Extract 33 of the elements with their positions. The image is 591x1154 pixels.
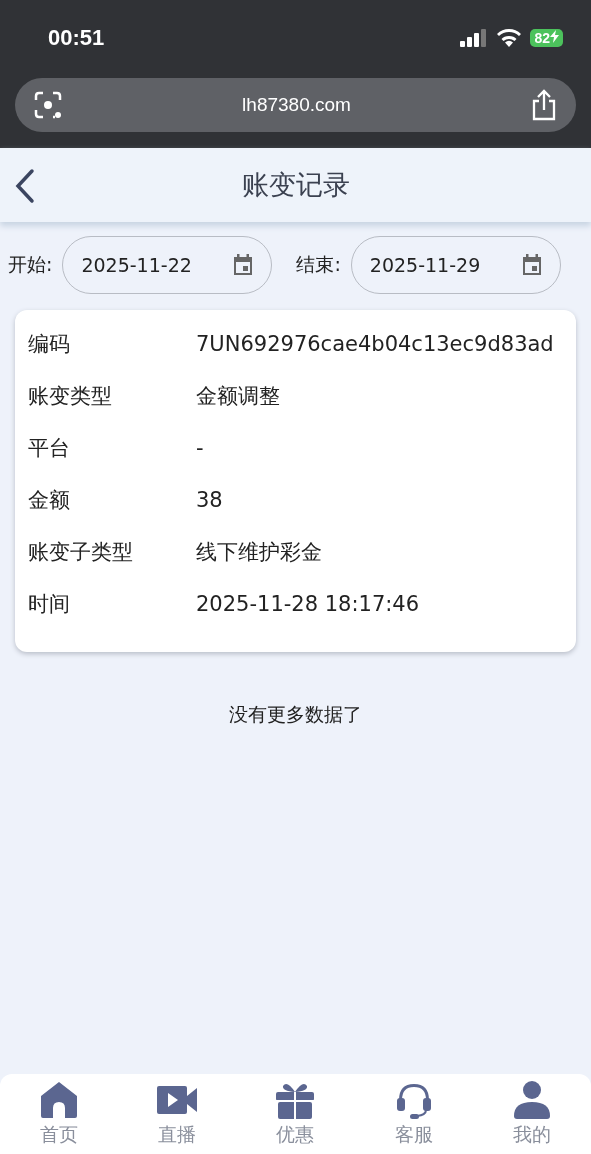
share-icon[interactable]	[530, 89, 558, 121]
tab-item[interactable]: 直播	[127, 1080, 228, 1148]
field-value: -	[196, 435, 205, 462]
bolt-icon	[550, 29, 559, 43]
back-icon[interactable]	[14, 168, 36, 204]
field-label: 编码	[28, 331, 71, 358]
battery-indicator: 82	[530, 28, 563, 47]
date-label: 结束:	[296, 252, 341, 277]
url-text: lh87380.com	[242, 94, 351, 116]
tab-item[interactable]: 我的	[481, 1080, 582, 1148]
field-value: 2025-11-28 18:17:46	[196, 591, 421, 618]
status-time: 00:51	[48, 24, 105, 51]
field-value: 38	[196, 487, 224, 514]
field-label: 金额	[28, 487, 71, 514]
field-label: 平台	[28, 435, 71, 462]
signal-icon	[460, 28, 489, 47]
field-value: 金额调整	[196, 383, 281, 410]
date-label: 开始:	[8, 252, 53, 277]
tab-item[interactable]: 客服	[363, 1080, 464, 1148]
no-more-data-text: 没有更多数据了	[229, 702, 362, 727]
calendar-icon	[521, 254, 542, 276]
field-label: 账变类型	[28, 383, 113, 410]
tab-item[interactable]: 优惠	[245, 1080, 346, 1148]
field-value: 7UN692976cae4b04c13ec9d83ad	[196, 331, 555, 358]
field-value: 线下维护彩金	[196, 539, 323, 566]
wifi-icon	[496, 27, 523, 48]
field-label: 账变子类型	[28, 539, 134, 566]
camera-scan-icon[interactable]	[33, 90, 63, 120]
address-bar[interactable]: lh87380.com	[15, 78, 576, 132]
tab-item[interactable]: 首页	[9, 1080, 110, 1148]
calendar-icon	[233, 254, 254, 276]
page-title: 账变记录	[241, 168, 350, 202]
field-label: 时间	[28, 591, 71, 618]
